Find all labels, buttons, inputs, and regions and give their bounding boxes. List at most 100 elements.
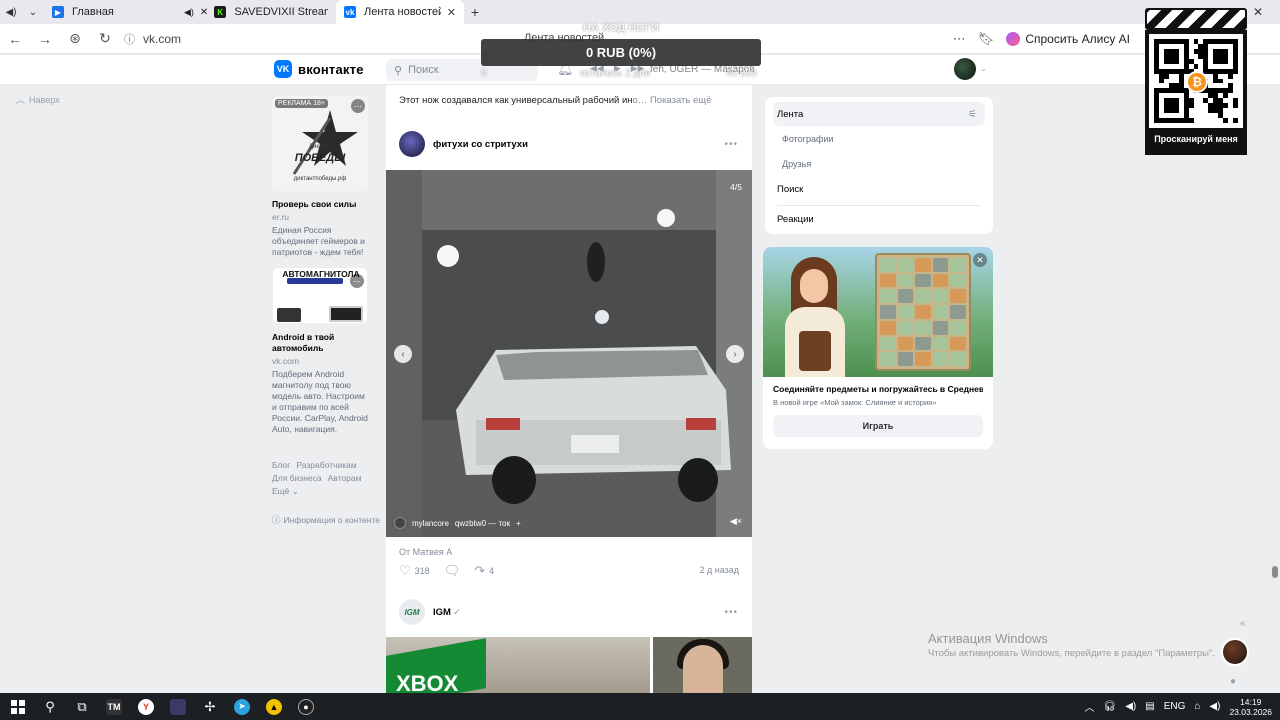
post-image[interactable]	[653, 637, 752, 693]
speaker-icon[interactable]: ◀)	[0, 0, 22, 24]
tab-stream[interactable]: ◀) ✕ K SAVEDVIXII Stream - Watc	[176, 0, 336, 24]
protect-icon[interactable]: ⊛	[60, 30, 90, 47]
chat-avatar[interactable]	[1221, 638, 1249, 666]
printer-icon[interactable]: ▤	[1145, 701, 1154, 712]
post-menu-icon[interactable]: •••	[724, 607, 738, 618]
audio-icon[interactable]: ◀)	[184, 7, 194, 18]
ad-domain[interactable]: vk.com	[272, 356, 368, 366]
nav-item-search[interactable]: Поиск	[773, 177, 985, 201]
nav-item-feed[interactable]: Лента ⚟	[773, 102, 985, 126]
igm-avatar[interactable]: IGM	[399, 599, 425, 625]
address-bar[interactable]: ⓘ vk.com	[124, 31, 181, 47]
carousel-prev-icon[interactable]: ‹	[394, 345, 412, 363]
add-audio-icon[interactable]: +	[516, 519, 521, 528]
carousel-next-icon[interactable]: ›	[726, 345, 744, 363]
post-menu-icon[interactable]: •••	[724, 139, 738, 150]
like-button[interactable]: ♡ 318	[399, 563, 430, 579]
ad-title[interactable]: Android в твой автомобиль	[272, 332, 368, 354]
clapperboard-icon	[1145, 8, 1247, 30]
show-more-link[interactable]: Показать ещё	[650, 95, 711, 106]
post-media-carousel[interactable]: 4/5 ‹ › mylancore qwzbtw0 — ток + ◀×	[386, 170, 752, 537]
windows-start-icon[interactable]	[2, 693, 34, 720]
app-icon[interactable]	[162, 693, 194, 720]
ad-image[interactable]: РЕКЛАМА 18+ ⋯ Диктант ПОБЕДЫ диктантпобе…	[272, 96, 368, 191]
yandex-browser-icon[interactable]: Y	[130, 693, 162, 720]
tray-expand-icon[interactable]: ︿	[1085, 699, 1095, 714]
chat-bubble-icon[interactable]: ●	[1230, 676, 1236, 687]
footer-link-business[interactable]: Для бизнеса	[272, 473, 322, 483]
network-icon[interactable]: ⌂	[1194, 701, 1200, 712]
task-view-icon[interactable]: ⧉	[66, 693, 98, 720]
profile-avatar[interactable]	[954, 58, 976, 80]
volume-icon[interactable]: ◀)	[1125, 701, 1136, 712]
comment-button[interactable]: 🗨︎	[444, 563, 461, 579]
close-icon[interactable]: ✕	[200, 7, 208, 18]
new-tab-button[interactable]: +	[464, 4, 486, 20]
footer-link-more[interactable]: Ещё ⌄	[272, 486, 299, 496]
post-author-name[interactable]: фитухи со стритухи	[433, 139, 528, 150]
qr-code[interactable]: ₿	[1149, 34, 1243, 128]
post-author-avatar[interactable]	[399, 131, 425, 157]
ad-domain[interactable]: er.ru	[272, 212, 368, 222]
share-button[interactable]: ↷ 4	[474, 563, 494, 579]
back-icon[interactable]: ←	[0, 31, 30, 47]
close-icon[interactable]: ✕	[447, 6, 456, 19]
post-header: IGM IGM ✓	[399, 599, 461, 625]
game-ad-image[interactable]: ✕	[763, 247, 993, 377]
ad-block-1[interactable]: РЕКЛАМА 18+ ⋯ Диктант ПОБЕДЫ диктантпобе…	[272, 96, 368, 258]
fan-icon[interactable]: ✢	[194, 693, 226, 720]
filter-settings-icon[interactable]: ⚟	[968, 109, 977, 120]
chevron-down-icon[interactable]: ⌄	[980, 64, 987, 73]
post-author-name[interactable]: IGM ✓	[433, 607, 461, 618]
nav-item-reactions[interactable]: Реакции	[773, 207, 985, 231]
qr-donation-overlay: ₿ Просканируй меня	[1145, 8, 1247, 155]
vk-logo[interactable]: VK вконтакте	[274, 60, 364, 78]
nav-item-friends[interactable]: Друзья	[773, 152, 985, 176]
footer-link-blog[interactable]: Блог	[272, 460, 290, 470]
donation-max: 40 000	[726, 68, 757, 79]
site-info-icon[interactable]: ⓘ	[124, 31, 135, 47]
system-clock[interactable]: 14:19 23.03.2026	[1229, 697, 1272, 717]
language-indicator[interactable]: ENG	[1164, 701, 1186, 712]
tab-list-chevron-icon[interactable]: ⌄	[22, 0, 44, 24]
bitcoin-icon: ₿	[1186, 71, 1208, 93]
bookmark-icon[interactable]: 🔖︎	[978, 31, 995, 47]
ad-image[interactable]: АВТОМАГНИТОЛА ⋯	[272, 267, 368, 324]
post-image[interactable]: XBOX	[386, 637, 650, 693]
reload-icon[interactable]: ↻	[90, 30, 120, 47]
warning-app-icon[interactable]: ▲	[258, 693, 290, 720]
collapse-chats-icon[interactable]: «	[1240, 618, 1246, 629]
ad-block-2[interactable]: АВТОМАГНИТОЛА ⋯ Android в твой автомобил…	[272, 267, 368, 435]
post-date[interactable]: 2 д назад	[699, 565, 739, 575]
play-button[interactable]: Играть	[773, 415, 983, 437]
merge-board	[875, 253, 971, 371]
forward-icon[interactable]: →	[30, 31, 60, 47]
nav-item-photos[interactable]: Фотографии	[773, 127, 985, 151]
game-ad-title[interactable]: Соединяйте предметы и погружайтесь в Сре…	[773, 384, 983, 394]
show-more-fade: о…	[632, 95, 650, 106]
scrollbar-thumb[interactable]	[1272, 566, 1278, 578]
mute-icon[interactable]: ◀×	[730, 516, 742, 527]
close-icon[interactable]: ✕	[973, 253, 987, 267]
more-icon[interactable]: ⋯	[350, 274, 364, 288]
footer-link-developers[interactable]: Разработчикам	[296, 460, 356, 470]
telegram-icon[interactable]: ➤	[226, 693, 258, 720]
tab-home[interactable]: ▶ Главная	[44, 0, 176, 24]
speaker-icon[interactable]: ◀)	[1209, 701, 1220, 712]
post-source[interactable]: От Матвея А	[399, 547, 452, 557]
headphones-icon[interactable]: 🎧︎	[1104, 701, 1117, 712]
game-ad-card[interactable]: ✕ Соединяйте предметы и погружайтесь в С…	[763, 247, 993, 449]
url-text[interactable]: vk.com	[143, 32, 181, 46]
ad-title[interactable]: Проверь свои силы	[272, 199, 368, 210]
tab-feed[interactable]: vk Лента новостей ✕	[336, 0, 464, 24]
footer-link-authors[interactable]: Авторам	[328, 473, 362, 483]
obs-icon[interactable]: ●	[290, 693, 322, 720]
scroll-up-button[interactable]: ︿ Наверх	[16, 93, 60, 106]
content-info-link[interactable]: ⓘ Информация о контенте	[272, 514, 380, 526]
ask-alice-button[interactable]: Спросить Алису AI	[1006, 32, 1130, 46]
attached-audio[interactable]: mylancore qwzbtw0 — ток +	[394, 517, 521, 529]
audio-user-avatar	[394, 517, 406, 529]
search-icon[interactable]: ⚲	[34, 693, 66, 720]
app-icon[interactable]: TM	[98, 693, 130, 720]
more-icon[interactable]: ⋯	[953, 31, 966, 47]
